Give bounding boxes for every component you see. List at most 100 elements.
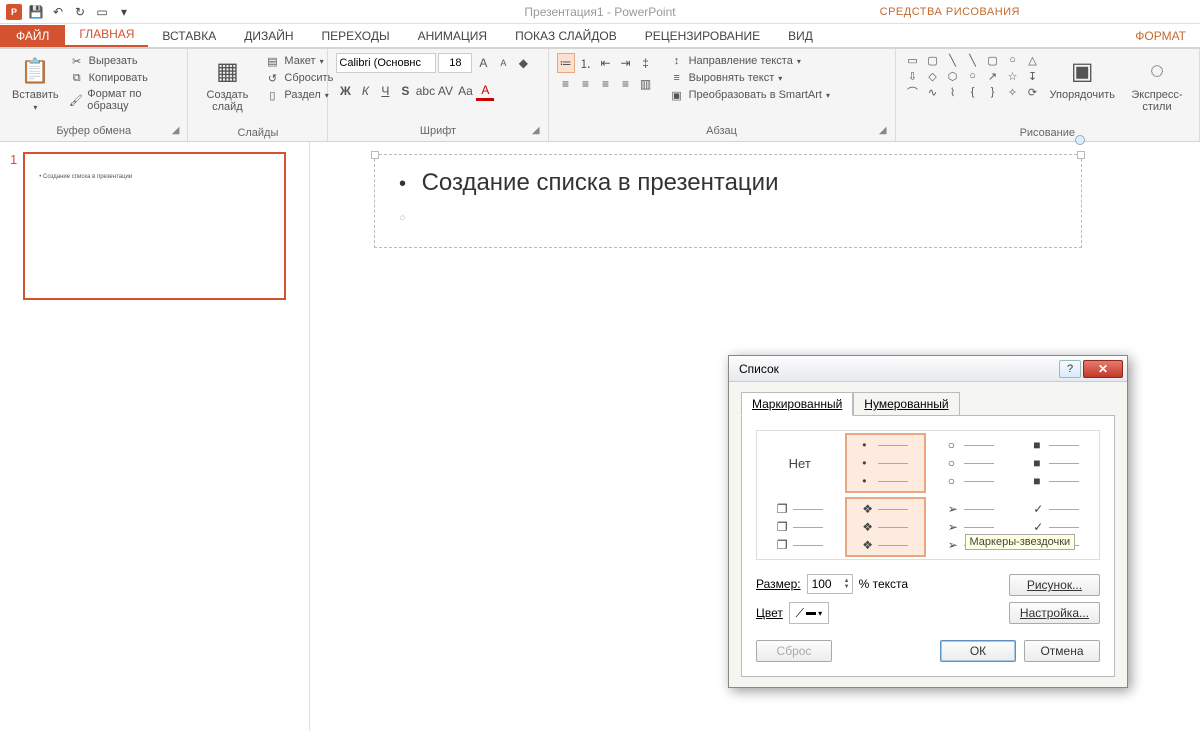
brush-icon: 🖌 xyxy=(69,93,84,107)
size-suffix: % текста xyxy=(859,577,908,591)
group-drawing-label: Рисование xyxy=(904,127,1191,139)
clipboard-launcher-icon[interactable]: ◢ xyxy=(165,125,179,139)
color-picker[interactable]: ⟋▾ xyxy=(789,602,829,624)
picture-button[interactable]: Рисунок... xyxy=(1009,574,1100,596)
slide-thumbnail-panel: 1 Создание списка в презентации xyxy=(0,142,310,731)
start-show-icon[interactable]: ▭ xyxy=(92,2,112,22)
redo-icon[interactable]: ↻ xyxy=(70,2,90,22)
bullets-icon[interactable]: ≔ xyxy=(557,53,575,73)
copy-button[interactable]: ⧉Копировать xyxy=(67,70,180,86)
tab-design[interactable]: ДИЗАЙН xyxy=(230,25,307,47)
bullet-opt-check[interactable]: ✓ ✓ ✓ Маркеры-звездочки xyxy=(1016,497,1098,557)
underline-icon[interactable]: Ч xyxy=(376,81,394,101)
group-clipboard-label: Буфер обмена xyxy=(8,125,179,137)
bullet-text-line[interactable]: Создание списка в презентации xyxy=(399,169,1057,197)
shrink-font-icon[interactable]: A xyxy=(494,53,512,73)
case-icon[interactable]: Aa xyxy=(456,81,474,101)
save-icon[interactable]: 💾 xyxy=(26,2,46,22)
dialog-title: Список xyxy=(739,362,779,376)
dialog-tab-numbered[interactable]: Нумерованный xyxy=(853,392,959,416)
line-spacing-icon[interactable]: ‡ xyxy=(637,53,655,73)
tooltip-star-bullets: Маркеры-звездочки xyxy=(965,534,1076,550)
align-right-icon[interactable]: ≡ xyxy=(597,74,615,94)
customize-button[interactable]: Настройка... xyxy=(1009,602,1100,624)
clear-format-icon[interactable]: ◆ xyxy=(514,53,532,73)
tab-format[interactable]: ФОРМАТ xyxy=(1121,25,1200,47)
cancel-button[interactable]: Отмена xyxy=(1024,640,1100,662)
cut-button[interactable]: ✂Вырезать xyxy=(67,53,180,69)
tab-insert[interactable]: ВСТАВКА xyxy=(148,25,230,47)
bullet-opt-circle[interactable]: ○ ○ ○ xyxy=(930,433,1012,493)
dec-indent-icon[interactable]: ⇤ xyxy=(597,53,615,73)
reset-button[interactable]: ↺Сбросить xyxy=(262,70,335,86)
ok-button[interactable]: ОК xyxy=(940,640,1016,662)
grow-font-icon[interactable]: A xyxy=(474,53,492,73)
tab-home[interactable]: ГЛАВНАЯ xyxy=(65,23,148,47)
dialog-help-button[interactable]: ? xyxy=(1059,360,1081,378)
tab-transitions[interactable]: ПЕРЕХОДЫ xyxy=(308,25,404,47)
italic-icon[interactable]: К xyxy=(356,81,374,101)
size-label: Размер: xyxy=(756,577,801,591)
paste-button[interactable]: 📋 Вставить ▾ xyxy=(8,53,63,114)
content-textbox[interactable]: Создание списка в презентации xyxy=(374,154,1082,248)
spacing-icon[interactable]: AV xyxy=(436,81,454,101)
qat-more-icon[interactable]: ▾ xyxy=(114,2,134,22)
undo-icon[interactable]: ↶ xyxy=(48,2,68,22)
quick-styles-button[interactable]: ◌ Экспресс-стили xyxy=(1123,53,1191,115)
format-painter-button[interactable]: 🖌Формат по образцу xyxy=(67,87,180,113)
bullet-opt-diamond[interactable]: ❖ ❖ ❖ xyxy=(845,497,927,557)
reset-dialog-button[interactable]: Сброс xyxy=(756,640,832,662)
group-slides-label: Слайды xyxy=(196,127,319,139)
font-color-glyph-icon: ⟋ xyxy=(796,606,804,621)
bullet-opt-square[interactable]: ■ ■ ■ xyxy=(1016,433,1098,493)
tab-animation[interactable]: АНИМАЦИЯ xyxy=(404,25,501,47)
columns-icon[interactable]: ▥ xyxy=(637,74,655,94)
strike-icon[interactable]: abc xyxy=(416,81,434,101)
align-left-icon[interactable]: ≡ xyxy=(557,74,575,94)
bullet-empty-line[interactable] xyxy=(399,203,1057,233)
inc-indent-icon[interactable]: ⇥ xyxy=(617,53,635,73)
tab-review[interactable]: РЕЦЕНЗИРОВАНИЕ xyxy=(631,25,774,47)
bullet-opt-none[interactable]: Нет xyxy=(759,433,841,493)
font-name-input[interactable] xyxy=(336,53,436,73)
new-slide-button[interactable]: ▦ Создать слайд xyxy=(196,53,258,115)
paste-icon: 📋 xyxy=(19,55,51,87)
arrange-button[interactable]: ▣ Упорядочить xyxy=(1046,53,1119,103)
bullet-opt-disc[interactable]: • • • xyxy=(845,433,927,493)
size-spinner[interactable]: 100 ▲▼ xyxy=(807,574,853,594)
dialog-close-button[interactable]: ✕ xyxy=(1083,360,1123,378)
align-text-button[interactable]: ≡Выровнять текст▾ xyxy=(667,70,832,86)
valign-icon: ≡ xyxy=(669,71,685,85)
reset-icon: ↺ xyxy=(264,71,280,85)
para-launcher-icon[interactable]: ◢ xyxy=(873,125,887,139)
group-font-label: Шрифт xyxy=(336,125,539,137)
text-direction-button[interactable]: ↕Направление текста▾ xyxy=(667,53,832,69)
ribbon-tabs: ФАЙЛ ГЛАВНАЯ ВСТАВКА ДИЗАЙН ПЕРЕХОДЫ АНИ… xyxy=(0,24,1200,48)
smartart-button[interactable]: ▣Преобразовать в SmartArt▾ xyxy=(667,87,832,103)
dialog-tab-bulleted[interactable]: Маркированный xyxy=(741,392,853,416)
section-button[interactable]: ▯Раздел▾ xyxy=(262,87,335,103)
font-size-input[interactable] xyxy=(438,53,472,73)
align-justify-icon[interactable]: ≡ xyxy=(617,74,635,94)
font-launcher-icon[interactable]: ◢ xyxy=(526,125,540,139)
align-center-icon[interactable]: ≡ xyxy=(577,74,595,94)
arrange-icon: ▣ xyxy=(1066,55,1098,87)
color-label: Цвет xyxy=(756,606,783,620)
contextual-tab-title: СРЕДСТВА РИСОВАНИЯ xyxy=(880,6,1020,18)
bold-icon[interactable]: Ж xyxy=(336,81,354,101)
tab-view[interactable]: ВИД xyxy=(774,25,827,47)
textdir-icon: ↕ xyxy=(669,54,685,68)
tab-file[interactable]: ФАЙЛ xyxy=(0,25,65,47)
paste-label: Вставить xyxy=(12,89,59,101)
paste-more-icon[interactable]: ▾ xyxy=(33,103,37,112)
bullet-opt-hollow-square[interactable]: ❐ ❐ ❐ xyxy=(759,497,841,557)
layout-button[interactable]: ▤Макет▾ xyxy=(262,53,335,69)
font-color-icon[interactable]: A xyxy=(476,81,494,101)
shadow-icon[interactable]: S xyxy=(396,81,414,101)
tab-slideshow[interactable]: ПОКАЗ СЛАЙДОВ xyxy=(501,25,631,47)
numbering-icon[interactable]: ⒈ xyxy=(577,53,595,73)
slide-thumbnail[interactable]: Создание списка в презентации xyxy=(23,152,286,300)
thumb-bullet-text: Создание списка в презентации xyxy=(39,174,270,180)
shapes-gallery[interactable]: ▭▢╲╲▢○△ ⇩◇⬡○↗☆↧ ⌒∿⌇{}✧⟳ xyxy=(904,53,1042,99)
rotate-handle-icon[interactable] xyxy=(1075,135,1085,145)
